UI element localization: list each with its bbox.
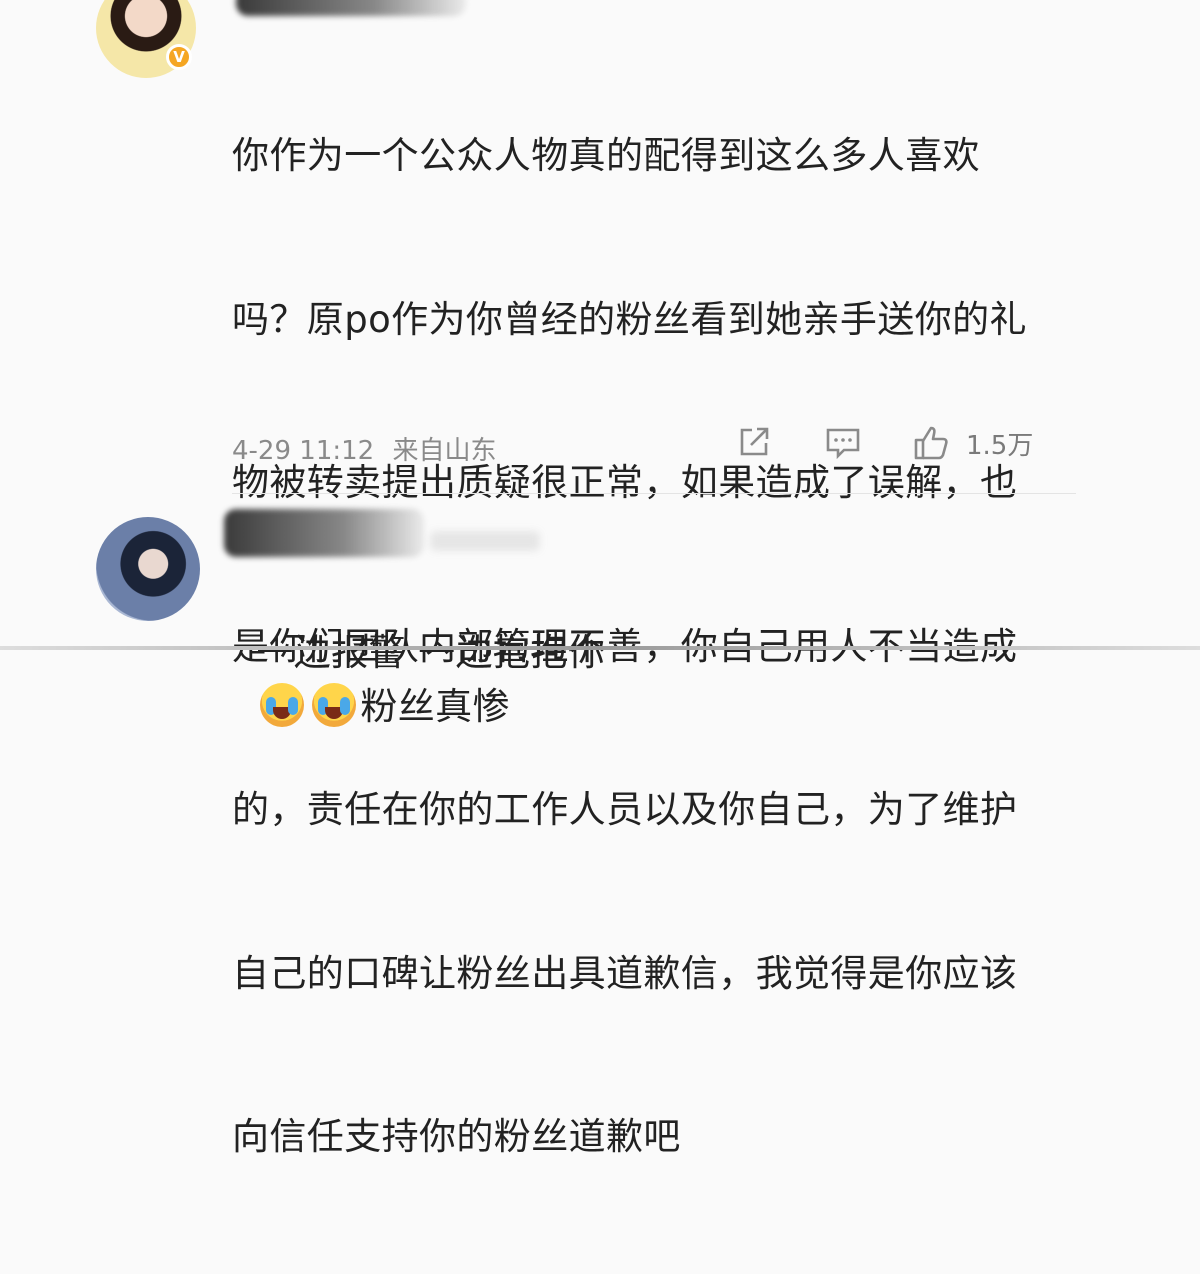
verified-badge-icon: V [166, 44, 192, 70]
username-redacted [224, 509, 424, 557]
comment-line: 吗？原po作为你曾经的粉丝看到她亲手送你的礼 [232, 297, 1027, 341]
comment-icon [826, 428, 860, 460]
crying-laughing-emoji-icon [312, 683, 357, 727]
bottom-edge [0, 646, 1200, 650]
comment-text-part: 粉丝真惨 [360, 685, 510, 728]
comment-1: V 你作为一个公众人物真的配得到这么多人喜欢 吗？原po作为你曾经的粉丝看到她亲… [0, 0, 1200, 1158]
comment-line: 自己的口碑让粉丝出具道歉信，我觉得是你应该 [232, 951, 1018, 995]
share-icon [740, 427, 769, 456]
divider [232, 493, 1076, 494]
comment-text: 一边报警 一边抱抱你 粉丝真惨 [232, 571, 1052, 735]
like-count: 1.5万 [966, 430, 1034, 461]
username-redacted-trail [430, 531, 540, 551]
reply-button[interactable] [824, 424, 862, 460]
comment-meta: 4-29 11:12 来自山东 [232, 430, 496, 467]
comment-line: 你作为一个公众人物真的配得到这么多人喜欢 [232, 134, 980, 177]
share-button[interactable] [735, 424, 771, 460]
username-redacted [236, 0, 466, 16]
comment-line: 向信任支持你的粉丝道歉吧 [232, 1115, 681, 1158]
comment-line: 的，责任在你的工作人员以及你自己，为了维护 [232, 788, 1018, 831]
like-button[interactable]: 1.5万 [912, 424, 1033, 462]
timestamp: 4-29 11:12 [232, 436, 375, 466]
crying-laughing-emoji-icon [260, 683, 305, 727]
avatar[interactable] [96, 517, 200, 621]
location: 来自山东 [392, 436, 497, 466]
comment-text-part: 一边报警 一边抱抱你 [256, 630, 606, 674]
thumbs-up-icon [914, 426, 948, 460]
